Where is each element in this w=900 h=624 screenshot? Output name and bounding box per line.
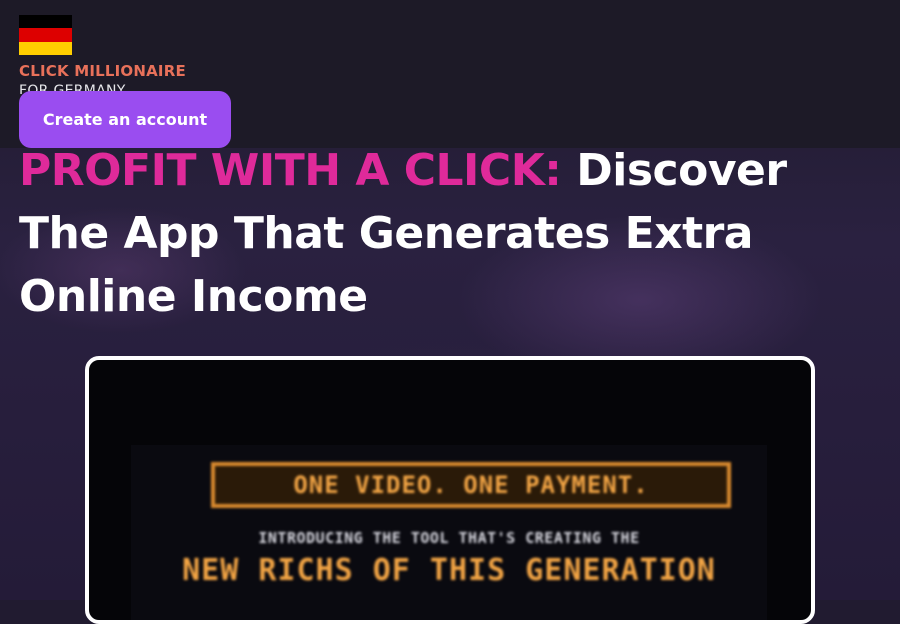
germany-flag-icon [19,15,72,55]
top-bar: CLICK MILLIONAIRE FOR GERMANY Create an … [0,0,900,148]
video-title-line2: NEW RICHS OF THIS GENERATION [182,553,716,588]
video-thumbnail: ONE VIDEO. ONE PAYMENT. INTRODUCING THE … [131,445,767,620]
video-title-line1: ONE VIDEO. ONE PAYMENT. [211,462,731,508]
video-player[interactable]: ONE VIDEO. ONE PAYMENT. INTRODUCING THE … [85,356,815,624]
brand-name: CLICK MILLIONAIRE [19,62,186,80]
video-subtitle: INTRODUCING THE TOOL THAT'S CREATING THE [258,529,640,547]
headline-highlight: PROFIT WITH A CLICK: [19,145,562,196]
hero-headline: PROFIT WITH A CLICK: Discover The App Th… [19,139,879,328]
